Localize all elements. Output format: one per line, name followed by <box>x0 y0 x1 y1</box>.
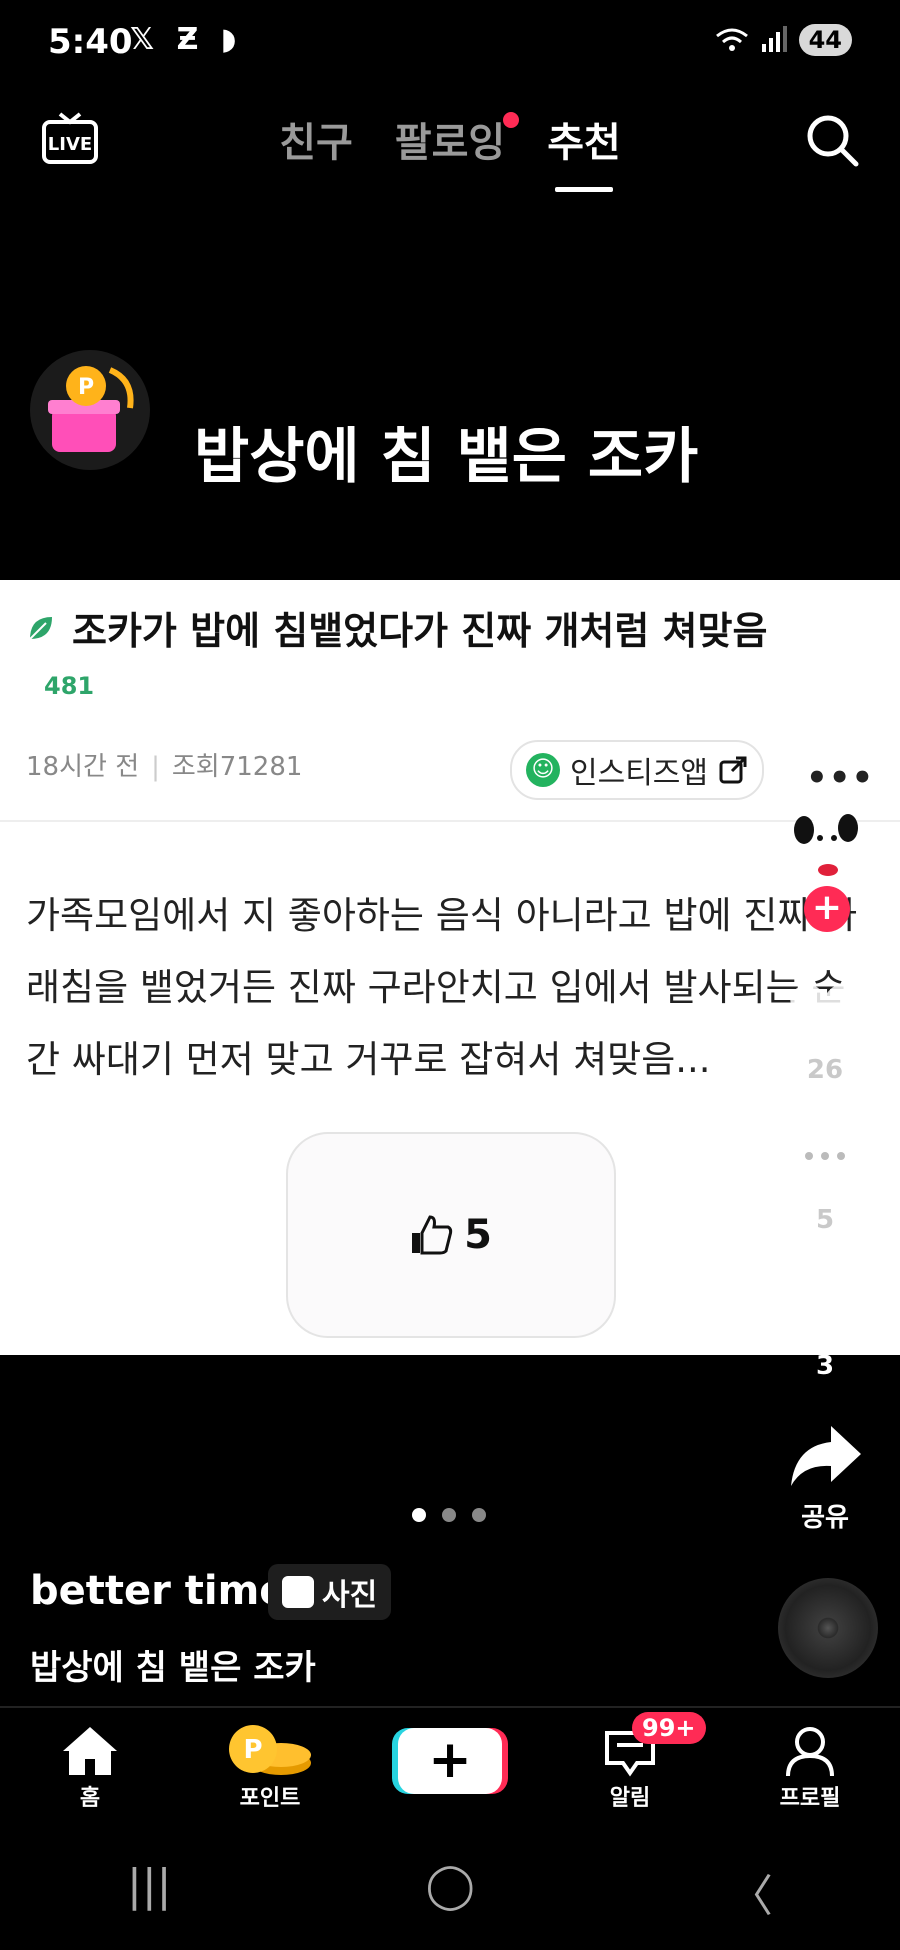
share-action[interactable]: 공유 <box>780 1424 870 1534</box>
nav-points-label: 포인트 <box>239 1786 301 1811</box>
notification-icons: 𝕏 Ƶ ◗ <box>130 22 243 57</box>
nav-profile-label: 프로필 <box>779 1786 841 1811</box>
recent-apps-icon[interactable]: ||| <box>127 1860 171 1924</box>
post-image[interactable]: 조카가 밥에 침뱉었다가 진짜 개처럼 쳐맞음 481 18시간 전 | 조회712… <box>0 580 900 1355</box>
bookmark-action[interactable]: 3 <box>780 1278 870 1381</box>
back-icon[interactable]: 〈 <box>729 1860 773 1924</box>
nav-alerts[interactable]: 알림 99+ <box>540 1712 720 1822</box>
nav-points[interactable]: P 포인트 <box>180 1712 360 1822</box>
battery-indicator: 44 <box>798 24 852 56</box>
author-name[interactable]: better time <box>30 1568 286 1614</box>
home-icon <box>63 1727 117 1775</box>
status-right: 44 <box>715 24 852 56</box>
photo-type-chip: 사진 <box>268 1564 392 1620</box>
nav-home[interactable]: 홈 <box>0 1712 180 1822</box>
coin-box-icon: P <box>48 366 134 452</box>
comment-count: 5 <box>815 1205 835 1235</box>
points-coins-icon: P <box>229 1725 311 1775</box>
music-disc[interactable] <box>778 1578 878 1678</box>
status-time: 5:40 <box>48 22 133 62</box>
smile-icon: ☺ <box>526 753 560 787</box>
like-action[interactable]: 26 <box>780 980 870 1085</box>
source-chip: ☺ 인스티즈앱 <box>510 740 764 800</box>
photo-type-label: 사진 <box>322 1578 378 1613</box>
divider <box>0 820 900 822</box>
divider <box>0 1706 900 1708</box>
follow-button[interactable]: + <box>804 886 850 932</box>
comment-action[interactable]: 5 <box>780 1124 870 1235</box>
post-like-count: 5 <box>464 1212 492 1258</box>
leaf-icon <box>29 616 52 640</box>
tab-recommended[interactable]: 추천 <box>547 110 621 192</box>
bookmark-icon <box>801 1280 849 1340</box>
search-icon[interactable] <box>802 110 862 170</box>
post-title-row: 조카가 밥에 침뱉었다가 진짜 개처럼 쳐맞음 <box>26 600 767 655</box>
nav-alerts-label: 알림 <box>609 1786 651 1811</box>
nav-create[interactable]: + <box>360 1712 540 1822</box>
alerts-badge: 99+ <box>632 1712 706 1744</box>
signal-icon <box>761 26 787 52</box>
coin-box-avatar[interactable]: P <box>30 350 150 470</box>
comment-icon <box>789 1128 861 1194</box>
svg-text:P: P <box>78 375 94 400</box>
photo-icon <box>282 1576 314 1608</box>
tab-following[interactable]: 팔로잉 <box>394 110 520 168</box>
profile-icon <box>786 1727 834 1777</box>
external-link-icon <box>719 756 747 784</box>
system-nav: ||| ◯ 〈 <box>0 1860 900 1924</box>
svg-text:P: P <box>243 1735 262 1765</box>
more-options-icon: ••• <box>806 758 875 798</box>
heart-icon <box>790 984 860 1042</box>
bookmark-count: 3 <box>815 1351 835 1381</box>
tab-friends[interactable]: 친구 <box>279 110 353 168</box>
like-count: 26 <box>806 1055 844 1085</box>
share-label: 공유 <box>801 1503 849 1533</box>
carousel-dot-active <box>412 1508 426 1522</box>
post-body: 가족모임에서 지 좋아하는 음식 아니라고 밥에 진짜 가래침을 뱉었거든 진짜… <box>26 894 858 1081</box>
post-time: 18시간 전 <box>26 752 140 782</box>
wifi-icon <box>715 28 748 51</box>
post-title: 조카가 밥에 침뱉었다가 진짜 개처럼 쳐맞음 <box>72 609 768 653</box>
post-views: 조회71281 <box>171 752 303 782</box>
creator-avatar[interactable] <box>786 808 870 892</box>
carousel-dot <box>472 1508 486 1522</box>
post-meta: 18시간 전 | 조회71281 <box>26 746 302 783</box>
feed-tabs: 친구 팔로잉 추천 <box>0 110 900 192</box>
source-label: 인스티즈앱 <box>570 756 708 791</box>
nav-profile[interactable]: 프로필 <box>720 1712 900 1822</box>
post-caption[interactable]: 밥상에 침 뱉은 조카 <box>30 1640 316 1689</box>
nav-home-label: 홈 <box>79 1786 101 1811</box>
notification-dot <box>503 112 520 128</box>
carousel-indicator <box>412 1508 486 1522</box>
create-button[interactable]: + <box>398 1728 502 1794</box>
post-count: 481 <box>44 672 95 700</box>
carousel-dot <box>442 1508 456 1522</box>
thumbs-up-icon <box>412 1215 453 1255</box>
meta-separator: | <box>151 752 160 782</box>
overlay-title: 밥상에 침 뱉은 조카 <box>194 422 699 492</box>
tab-following-label: 팔로잉 <box>394 120 506 166</box>
post-like-box: 5 <box>286 1132 616 1338</box>
share-icon <box>791 1426 861 1486</box>
bottom-nav: 홈 P 포인트 + 알림 99+ 프로필 <box>0 1712 900 1822</box>
home-button-icon[interactable]: ◯ <box>426 1860 475 1924</box>
